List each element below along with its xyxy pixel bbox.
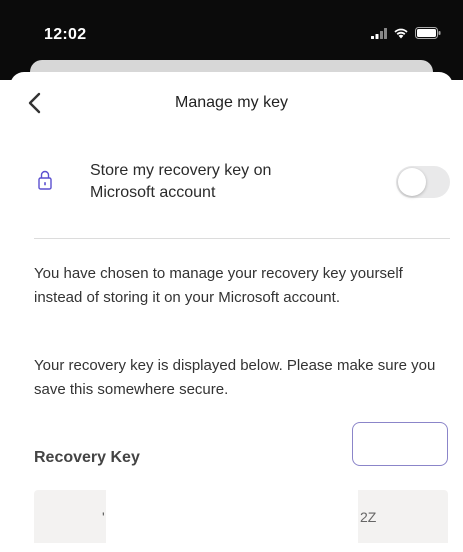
recovery-key-start: ' bbox=[102, 509, 105, 525]
page-title: Manage my key bbox=[175, 94, 288, 111]
store-key-toggle[interactable] bbox=[396, 166, 450, 198]
manage-key-description: You have chosen to manage your recovery … bbox=[34, 265, 403, 306]
store-key-label: Store my recovery key on Microsoft accou… bbox=[90, 162, 272, 201]
modal-sheet bbox=[10, 72, 453, 552]
save-key-instructions: Your recovery key is displayed below. Pl… bbox=[34, 357, 436, 398]
divider bbox=[34, 238, 450, 239]
copy-key-button[interactable] bbox=[352, 422, 448, 466]
signal-icon bbox=[371, 27, 387, 39]
wifi-icon bbox=[394, 28, 408, 39]
status-icons bbox=[371, 27, 441, 39]
key-redaction bbox=[106, 490, 358, 543]
battery-icon bbox=[415, 27, 441, 39]
recovery-key-end: 2Z bbox=[360, 509, 377, 525]
lock-icon bbox=[38, 170, 52, 190]
recovery-key-label: Recovery Key bbox=[34, 449, 140, 466]
status-time: 12:02 bbox=[44, 26, 87, 43]
toggle-knob bbox=[398, 168, 426, 196]
